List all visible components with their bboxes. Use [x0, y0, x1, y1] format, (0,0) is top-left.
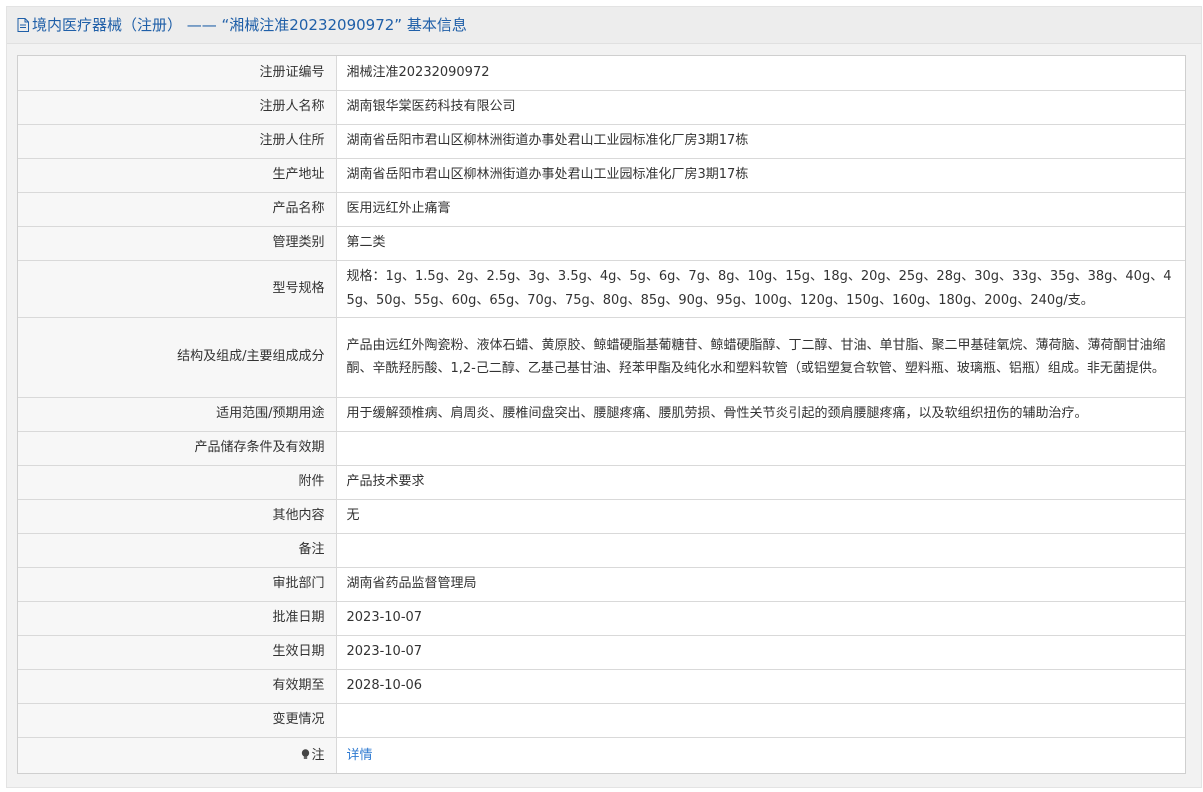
table-row: 生产地址 湖南省岳阳市君山区柳林洲街道办事处君山工业园标准化厂房3期17栋	[18, 158, 1185, 193]
row-value	[336, 703, 1185, 738]
row-label: 变更情况	[18, 703, 337, 738]
row-label: 生效日期	[18, 635, 337, 670]
table-row: 变更情况	[18, 703, 1185, 738]
note-label: 注	[311, 747, 325, 763]
row-label: 注册人住所	[18, 124, 337, 159]
row-value: 规格：1g、1.5g、2g、2.5g、3g、3.5g、4g、5g、6g、7g、8…	[336, 260, 1185, 318]
row-label: 有效期至	[18, 669, 337, 704]
row-value: 湘械注准20232090972	[336, 56, 1185, 91]
table-row: 注册证编号 湘械注准20232090972	[18, 56, 1185, 91]
row-value: 湖南省药品监督管理局	[336, 567, 1185, 602]
row-label: 备注	[18, 533, 337, 568]
info-table-wrapper: 注册证编号 湘械注准20232090972 注册人名称 湖南银华棠医药科技有限公…	[17, 55, 1186, 774]
row-value: 湖南省岳阳市君山区柳林洲街道办事处君山工业园标准化厂房3期17栋	[336, 124, 1185, 159]
row-value	[336, 431, 1185, 466]
row-value: 2023-10-07	[336, 601, 1185, 636]
row-value: 产品技术要求	[336, 465, 1185, 500]
row-label: 注册证编号	[18, 56, 337, 91]
table-row: 结构及组成/主要组成成分 产品由远红外陶瓷粉、液体石蜡、黄原胶、鲸蜡硬脂基葡糖苷…	[18, 317, 1185, 398]
row-value: 2028-10-06	[336, 669, 1185, 704]
row-label: 注册人名称	[18, 90, 337, 125]
table-row: 生效日期 2023-10-07	[18, 635, 1185, 670]
row-value: 第二类	[336, 226, 1185, 261]
table-row: 管理类别 第二类	[18, 226, 1185, 261]
panel-header: 境内医疗器械（注册） —— “湘械注准20232090972” 基本信息	[7, 7, 1201, 44]
table-row: 审批部门 湖南省药品监督管理局	[18, 567, 1185, 602]
page-title: 境内医疗器械（注册） —— “湘械注准20232090972” 基本信息	[32, 16, 467, 34]
row-label: 产品名称	[18, 192, 337, 227]
row-value: 医用远红外止痛膏	[336, 192, 1185, 227]
table-row: 批准日期 2023-10-07	[18, 601, 1185, 636]
row-value: 2023-10-07	[336, 635, 1185, 670]
note-value-cell: 详情	[336, 737, 1185, 773]
row-label: 管理类别	[18, 226, 337, 261]
table-row: 型号规格 规格：1g、1.5g、2g、2.5g、3g、3.5g、4g、5g、6g…	[18, 260, 1185, 318]
table-row: 产品名称 医用远红外止痛膏	[18, 192, 1185, 227]
table-row: 附件 产品技术要求	[18, 465, 1185, 500]
table-row: 注册人名称 湖南银华棠医药科技有限公司	[18, 90, 1185, 125]
row-label: 生产地址	[18, 158, 337, 193]
row-label: 审批部门	[18, 567, 337, 602]
row-label: 适用范围/预期用途	[18, 397, 337, 432]
row-value: 产品由远红外陶瓷粉、液体石蜡、黄原胶、鲸蜡硬脂基葡糖苷、鲸蜡硬脂醇、丁二醇、甘油…	[336, 317, 1185, 398]
row-value: 湖南省岳阳市君山区柳林洲街道办事处君山工业园标准化厂房3期17栋	[336, 158, 1185, 193]
info-panel: 境内医疗器械（注册） —— “湘械注准20232090972” 基本信息 注册证…	[6, 6, 1202, 788]
table-row: 适用范围/预期用途 用于缓解颈椎病、肩周炎、腰椎间盘突出、腰腿疼痛、腰肌劳损、骨…	[18, 397, 1185, 432]
row-label: 结构及组成/主要组成成分	[18, 317, 337, 398]
bulb-icon	[302, 748, 310, 759]
row-label: 产品储存条件及有效期	[18, 431, 337, 466]
row-value	[336, 533, 1185, 568]
table-row: 注册人住所 湖南省岳阳市君山区柳林洲街道办事处君山工业园标准化厂房3期17栋	[18, 124, 1185, 159]
row-value: 湖南银华棠医药科技有限公司	[336, 90, 1185, 125]
row-label: 型号规格	[18, 260, 337, 318]
table-row: 产品储存条件及有效期	[18, 431, 1185, 466]
row-label: 附件	[18, 465, 337, 500]
row-label: 其他内容	[18, 499, 337, 534]
note-label-cell: 注	[18, 737, 337, 773]
row-label: 批准日期	[18, 601, 337, 636]
table-row: 有效期至 2028-10-06	[18, 669, 1185, 704]
document-icon	[17, 18, 29, 32]
details-link[interactable]: 详情	[347, 748, 373, 763]
info-table: 注册证编号 湘械注准20232090972 注册人名称 湖南银华棠医药科技有限公…	[18, 56, 1185, 773]
note-row: 注 详情	[18, 737, 1185, 773]
row-value: 无	[336, 499, 1185, 534]
table-row: 其他内容 无	[18, 499, 1185, 534]
row-value: 用于缓解颈椎病、肩周炎、腰椎间盘突出、腰腿疼痛、腰肌劳损、骨性关节炎引起的颈肩腰…	[336, 397, 1185, 432]
table-row: 备注	[18, 533, 1185, 568]
